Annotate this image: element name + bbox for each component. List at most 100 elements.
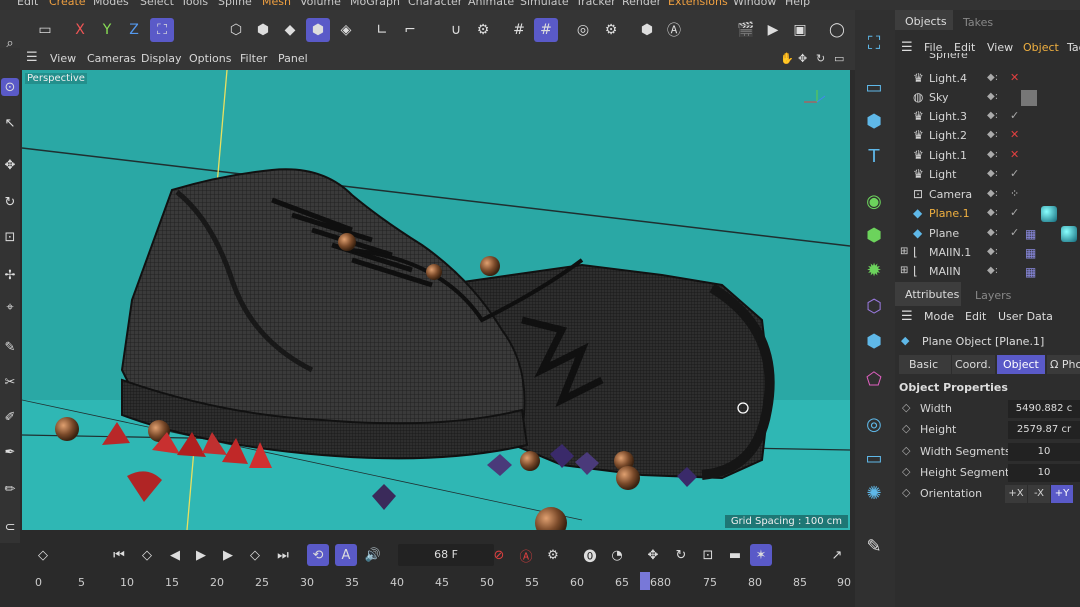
layer-icon[interactable]: ◆:: [987, 110, 998, 121]
enabled-check-icon[interactable]: ✓: [1010, 206, 1019, 219]
menu-window[interactable]: Window: [733, 0, 776, 8]
menu-edit[interactable]: Edit: [17, 0, 38, 8]
record-icon[interactable]: ⊘: [488, 544, 510, 566]
position-key-icon[interactable]: ✥: [642, 544, 664, 566]
render-view-icon[interactable]: 🎬: [734, 18, 758, 42]
menu-spline[interactable]: Spline: [218, 0, 252, 8]
keyframe-diamond-icon[interactable]: ◇: [902, 444, 910, 457]
maximize-view-icon[interactable]: ▭: [834, 52, 844, 65]
expand-icon[interactable]: ⊞: [900, 246, 908, 257]
brush-icon[interactable]: ✎: [1, 338, 19, 356]
edges-mode-icon[interactable]: ⬢: [251, 18, 275, 42]
height-segments-input[interactable]: 10: [1008, 464, 1080, 482]
timing-icon[interactable]: ◔: [606, 544, 628, 566]
enabled-check-icon[interactable]: ✓: [1010, 226, 1019, 239]
scale-icon[interactable]: ⊡: [1, 228, 19, 246]
material-icon[interactable]: ⬢: [635, 18, 659, 42]
tab-attributes[interactable]: Attributes: [895, 282, 961, 306]
menu-tools[interactable]: Tools: [181, 0, 208, 8]
axis-z-button[interactable]: Z: [122, 18, 146, 42]
generator-icon[interactable]: ◉: [861, 188, 887, 214]
field-icon[interactable]: ⬡: [861, 293, 887, 319]
snap-icon[interactable]: ∪: [444, 18, 468, 42]
object-row-maiin[interactable]: ⊞ ⌊ MAIIN ◆: ▦: [895, 263, 1080, 282]
object-row-light4[interactable]: ♛ Light.4 ◆: ✕: [895, 70, 1080, 89]
scale-key-icon[interactable]: ⊡: [697, 544, 719, 566]
render-queue-icon[interactable]: ▣: [788, 18, 812, 42]
layer-icon[interactable]: ◆:: [987, 188, 998, 199]
viewport-menu-cameras[interactable]: Cameras: [87, 52, 136, 65]
current-frame-field[interactable]: 68 F: [398, 544, 494, 566]
object-row-sphere[interactable]: Sphere: [895, 53, 1080, 63]
menu-mograph[interactable]: MoGraph: [350, 0, 400, 8]
effector-icon[interactable]: ⬢: [861, 328, 887, 354]
polygons-mode-icon[interactable]: ◆: [278, 18, 302, 42]
camera-object-icon[interactable]: ▭: [861, 445, 887, 471]
attributes-menu-edit[interactable]: Edit: [965, 310, 986, 323]
redshift-icon[interactable]: ◯: [825, 18, 849, 42]
layer-icon[interactable]: ◆:: [987, 72, 998, 83]
width-input[interactable]: 5490.882 c: [1008, 400, 1080, 418]
live-select-icon[interactable]: ⊙: [1, 78, 19, 96]
sculpt-icon[interactable]: ✏: [1, 480, 19, 498]
viewport-menu-options[interactable]: Options: [189, 52, 231, 65]
attribute-icon[interactable]: Ⓐ: [662, 18, 686, 42]
text-icon[interactable]: T: [861, 143, 887, 169]
layer-icon[interactable]: ◆:: [987, 227, 998, 238]
coordinate-system-icon[interactable]: ⛶: [150, 18, 174, 42]
loop-icon[interactable]: ⟲: [307, 544, 329, 566]
cloner-icon[interactable]: ⬢: [861, 222, 887, 248]
object-row-light2[interactable]: ♛ Light.2 ◆: ✕: [895, 127, 1080, 146]
disabled-icon[interactable]: ✕: [1010, 148, 1019, 161]
tab-layers[interactable]: Layers: [975, 289, 1011, 302]
menu-extensions[interactable]: Extensions: [668, 0, 728, 8]
object-row-maiin1[interactable]: ⊞ ⌊ MAIIN.1 ◆: ▦: [895, 244, 1080, 263]
render-region-icon[interactable]: ◎: [571, 18, 595, 42]
camera-tag-icon[interactable]: ⁘: [1010, 187, 1019, 200]
pen-icon[interactable]: ✒: [1, 443, 19, 461]
transform-icon[interactable]: ✢: [1, 266, 19, 284]
autokey-icon[interactable]: Ⓐ: [515, 544, 537, 566]
attributes-menu-icon[interactable]: ☰: [901, 309, 913, 324]
menu-simulate[interactable]: Simulate: [520, 0, 569, 8]
object-row-light[interactable]: ♛ Light ◆: ✓: [895, 166, 1080, 185]
paint-icon[interactable]: ✐: [1, 408, 19, 426]
snap-settings-icon[interactable]: ⚙: [471, 18, 495, 42]
sound-icon[interactable]: 🔊: [362, 544, 384, 566]
menu-tracker[interactable]: Tracker: [576, 0, 616, 8]
viewport-menu-display[interactable]: Display: [141, 52, 182, 65]
menu-render[interactable]: Render: [622, 0, 661, 8]
rotation-key-icon[interactable]: ↻: [670, 544, 692, 566]
model-mode-icon[interactable]: ⬢: [306, 18, 330, 42]
menu-create[interactable]: Create: [49, 0, 86, 8]
keyframe-icon[interactable]: ◇: [32, 544, 54, 566]
viewport-perspective[interactable]: Perspective Grid Spacing : 100 cm: [22, 70, 850, 530]
subtab-phong[interactable]: Ω Phong: [1047, 355, 1080, 374]
rectangle-icon[interactable]: ▭: [861, 74, 887, 100]
search-icon[interactable]: ⌕: [1, 34, 19, 52]
layer-icon[interactable]: ◆:: [987, 207, 998, 218]
uv-mode-icon[interactable]: ◈: [334, 18, 358, 42]
axis-x-button[interactable]: X: [68, 18, 92, 42]
render-picture-icon[interactable]: ▶: [761, 18, 785, 42]
object-row-sky[interactable]: ◍ Sky ◆:: [895, 89, 1080, 108]
object-row-plane[interactable]: ◆ Plane ◆: ✓ ▦: [895, 225, 1080, 244]
keyframe-diamond-icon[interactable]: ◇: [902, 401, 910, 414]
layer-icon[interactable]: ◆:: [987, 168, 998, 179]
pan-icon[interactable]: ✋: [780, 52, 794, 65]
points-mode-icon[interactable]: ⬡: [224, 18, 248, 42]
subtab-basic[interactable]: Basic: [899, 355, 951, 374]
previous-frame-icon[interactable]: ◀: [164, 544, 186, 566]
layer-icon[interactable]: ◆:: [987, 265, 998, 276]
material-tag-icon[interactable]: [1021, 90, 1037, 106]
point-level-icon[interactable]: ✶: [750, 544, 772, 566]
orientation-plus-x-button[interactable]: +X: [1005, 485, 1027, 503]
menu-animate[interactable]: Animate: [468, 0, 514, 8]
width-segments-input[interactable]: 10: [1008, 443, 1080, 461]
tab-takes[interactable]: Takes: [963, 16, 993, 29]
disabled-icon[interactable]: ✕: [1010, 71, 1019, 84]
param-key-icon[interactable]: ▬: [724, 544, 746, 566]
keyframe-diamond-icon[interactable]: ◇: [902, 422, 910, 435]
height-input[interactable]: 2579.87 cr: [1008, 421, 1080, 439]
phong-tag-icon[interactable]: ▦: [1025, 265, 1036, 279]
